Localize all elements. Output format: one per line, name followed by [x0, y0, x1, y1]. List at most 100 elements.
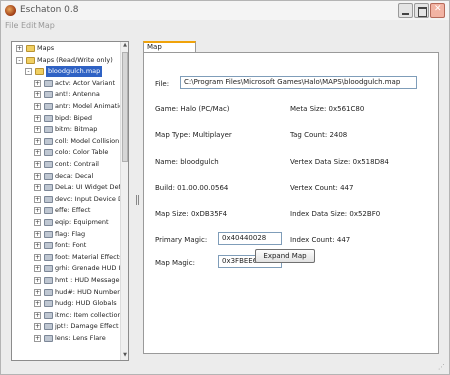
tree-item[interactable]: + font: Font: [12, 240, 128, 251]
tree-item[interactable]: + devc: Input Device Def...: [12, 194, 129, 205]
tree-item[interactable]: + actv: Actor Variant: [12, 78, 128, 89]
map-information-panel: File: C:\Program Files\Microsoft Games\H…: [143, 52, 439, 354]
tree-item-label: cont: Contrail: [55, 160, 99, 168]
tree-item[interactable]: + foot: Material Effects: [12, 252, 128, 263]
build-text: Build: 01.00.00.0564: [155, 184, 229, 192]
expand-icon[interactable]: +: [34, 114, 41, 122]
tree-item[interactable]: + cont: Contrail: [12, 159, 128, 170]
expand-icon[interactable]: +: [34, 103, 41, 110]
menu-edit[interactable]: Edit: [21, 21, 37, 30]
expand-icon[interactable]: +: [34, 195, 41, 203]
expand-icon[interactable]: +: [34, 207, 41, 215]
expand-icon[interactable]: +: [34, 335, 41, 342]
tree-item[interactable]: + bipd: Biped: [12, 113, 128, 124]
scroll-thumb[interactable]: [122, 52, 128, 162]
expand-icon[interactable]: +: [34, 126, 41, 134]
expand-icon[interactable]: +: [34, 253, 41, 261]
tree-item[interactable]: + jpt!: Damage Effect: [12, 321, 128, 332]
primary-magic-field[interactable]: 0x40440028: [218, 232, 282, 245]
tree-item[interactable]: + lens: Lens Flare: [12, 333, 128, 344]
tree-item-label: Maps (Read/Write only): [37, 55, 113, 64]
tree-item-label: coll: Model Collision Geo...: [55, 136, 128, 145]
expand-icon[interactable]: +: [34, 137, 41, 145]
tree-item-label: deca: Decal: [55, 171, 94, 180]
tree-item[interactable]: + effe: Effect: [12, 205, 128, 216]
expand-icon[interactable]: +: [34, 184, 41, 192]
expand-icon[interactable]: +: [34, 311, 41, 319]
collapse-icon[interactable]: -: [25, 68, 32, 76]
index-count-text: Index Count: 447: [290, 236, 351, 244]
tree-item[interactable]: + colo: Color Table: [12, 147, 128, 158]
expand-icon[interactable]: +: [34, 91, 41, 99]
tree-item[interactable]: - bloodgulch.map: [12, 66, 128, 78]
folder-icon: [44, 219, 53, 226]
tree-item-label: bloodgulch.map: [46, 66, 103, 78]
expand-icon[interactable]: +: [34, 300, 41, 308]
folder-icon: [44, 149, 53, 157]
expand-icon[interactable]: +: [34, 79, 41, 87]
tag-tree[interactable]: + Maps - Maps (Read/Write only) - bloodgulch.…: [11, 41, 129, 361]
expand-icon[interactable]: +: [34, 277, 41, 284]
tree-item-label: DeLa: UI Widget Definition: [55, 183, 128, 192]
tree-item[interactable]: + antr: Model Animations: [12, 101, 128, 112]
menu-bar: File Edit Map: [1, 20, 449, 33]
tree-item[interactable]: + hud#: HUD Number: [12, 287, 128, 298]
expand-icon[interactable]: +: [16, 45, 23, 52]
tree-item-label: flag: Flag: [55, 229, 86, 238]
maximize-button[interactable]: [414, 3, 429, 18]
folder-icon: [44, 91, 53, 99]
tree-item[interactable]: + hmt : HUD Message Text: [12, 275, 129, 286]
tree-item[interactable]: + ant!: Antenna: [12, 89, 128, 100]
map-size-text: Map Size: 0xDB35F4: [155, 210, 228, 218]
tree-item-label: grhi: Grenade HUD Inte...: [55, 264, 128, 273]
expand-icon[interactable]: +: [34, 149, 41, 157]
expand-icon[interactable]: +: [34, 161, 41, 168]
tree-item[interactable]: + flag: Flag: [12, 229, 128, 240]
tree-item[interactable]: + hudg: HUD Globals: [12, 298, 128, 309]
tree-item[interactable]: + bitm: Bitmap: [12, 124, 128, 135]
expand-icon[interactable]: +: [34, 265, 41, 273]
expand-icon[interactable]: +: [34, 288, 41, 296]
expand-map-button[interactable]: Expand Map: [255, 249, 315, 263]
index-data-size-text: Index Data Size: 0x52BF0: [290, 210, 381, 218]
tree-item-label: font: Font: [55, 241, 87, 250]
scroll-up-icon[interactable]: ▲: [122, 42, 128, 50]
tree-item-label: foot: Material Effects: [55, 252, 123, 261]
expand-icon[interactable]: +: [34, 242, 41, 250]
tree-item[interactable]: + deca: Decal: [12, 171, 128, 182]
expand-icon[interactable]: +: [34, 172, 41, 180]
tree-item-label: Maps: [37, 44, 55, 52]
tree-item[interactable]: + Maps: [12, 43, 128, 54]
panel-splitter[interactable]: [136, 195, 139, 205]
resize-grip-icon[interactable]: ⋰: [438, 363, 448, 373]
name-text: Name: bloodgulch: [155, 158, 219, 166]
tree-item-label: hmt : HUD Message Text: [55, 276, 129, 284]
tree-item-label: bitm: Bitmap: [55, 125, 98, 134]
minimize-button[interactable]: [398, 3, 413, 18]
tree-item-label: colo: Color Table: [55, 148, 109, 157]
close-button[interactable]: [430, 3, 445, 18]
file-label: File:: [155, 80, 170, 88]
tree-item-label: ant!: Antenna: [55, 90, 100, 99]
folder-icon: [44, 172, 53, 180]
scroll-down-icon[interactable]: ▼: [122, 352, 128, 360]
collapse-icon[interactable]: -: [16, 56, 23, 64]
expand-icon[interactable]: +: [34, 230, 41, 238]
tree-item[interactable]: + coll: Model Collision Geo...: [12, 136, 128, 147]
map-type-text: Map Type: Multiplayer: [155, 131, 232, 139]
tree-item[interactable]: + eqip: Equipment: [12, 217, 128, 228]
folder-icon: [44, 253, 53, 261]
tree-item[interactable]: - Maps (Read/Write only): [12, 55, 128, 66]
tree-item-label: hudg: HUD Globals: [55, 299, 117, 308]
menu-file[interactable]: File: [5, 21, 18, 30]
expand-icon[interactable]: +: [34, 219, 41, 226]
menu-map[interactable]: Map: [38, 21, 55, 30]
expand-icon[interactable]: +: [34, 323, 41, 331]
file-path-field[interactable]: C:\Program Files\Microsoft Games\Halo\MA…: [180, 76, 417, 89]
tree-item[interactable]: + itmc: Item collection: [12, 310, 128, 321]
title-bar[interactable]: Eschaton 0.8: [1, 1, 449, 20]
tree-item[interactable]: + grhi: Grenade HUD Inte...: [12, 263, 128, 274]
tree-scrollbar[interactable]: ▲ ▼: [120, 42, 128, 360]
tree-item-label: devc: Input Device Def...: [55, 194, 129, 203]
tree-item[interactable]: + DeLa: UI Widget Definition: [12, 182, 128, 193]
